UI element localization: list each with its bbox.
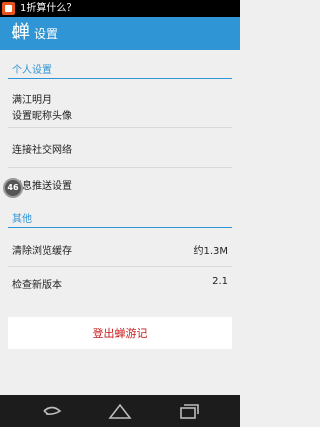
section-title: 其他 <box>12 214 32 225</box>
section-other: 其他 <box>0 204 240 228</box>
push-settings-row[interactable]: 消息推送设置 <box>0 168 240 201</box>
recent-apps-button[interactable] <box>168 395 208 427</box>
social-network-row[interactable]: 连接社交网络 <box>0 128 240 168</box>
section-divider <box>8 78 232 79</box>
logout-button[interactable]: 登出蝉游记 <box>8 317 232 349</box>
system-nav-bar <box>0 395 240 427</box>
nickname-text: 满江明月 <box>12 95 52 106</box>
back-button[interactable] <box>32 395 72 427</box>
check-update-label: 检查新版本 <box>12 280 62 291</box>
home-icon <box>108 403 132 419</box>
recent-apps-icon <box>180 404 199 419</box>
section-divider <box>8 227 232 228</box>
clear-cache-row[interactable]: 清除浏览缓存 约1.3M <box>0 230 240 267</box>
clear-cache-label: 清除浏览缓存 <box>12 246 72 257</box>
version-value: 2.1 <box>212 276 228 287</box>
notification-text: 1折算什么？ <box>20 3 77 14</box>
home-button[interactable] <box>100 395 140 427</box>
section-personal: 个人设置 <box>0 55 240 79</box>
social-network-label: 连接社交网络 <box>12 145 72 156</box>
floating-badge[interactable]: 46 <box>3 178 23 198</box>
app-logo[interactable]: 蝉 <box>12 21 30 45</box>
app-bar: 〈 蝉 设置 <box>0 17 240 50</box>
profile-row[interactable]: 满江明月 设置昵称头像 <box>0 81 240 128</box>
page-title: 设置 <box>34 27 59 41</box>
status-bar: 1折算什么？ <box>0 0 240 17</box>
app-notification-icon <box>2 2 15 15</box>
back-icon <box>43 406 62 415</box>
profile-settings-label: 设置昵称头像 <box>12 111 72 122</box>
check-update-row[interactable]: 检查新版本 2.1 <box>0 267 240 299</box>
cache-size-value: 约1.3M <box>193 246 228 257</box>
section-title: 个人设置 <box>12 65 52 76</box>
